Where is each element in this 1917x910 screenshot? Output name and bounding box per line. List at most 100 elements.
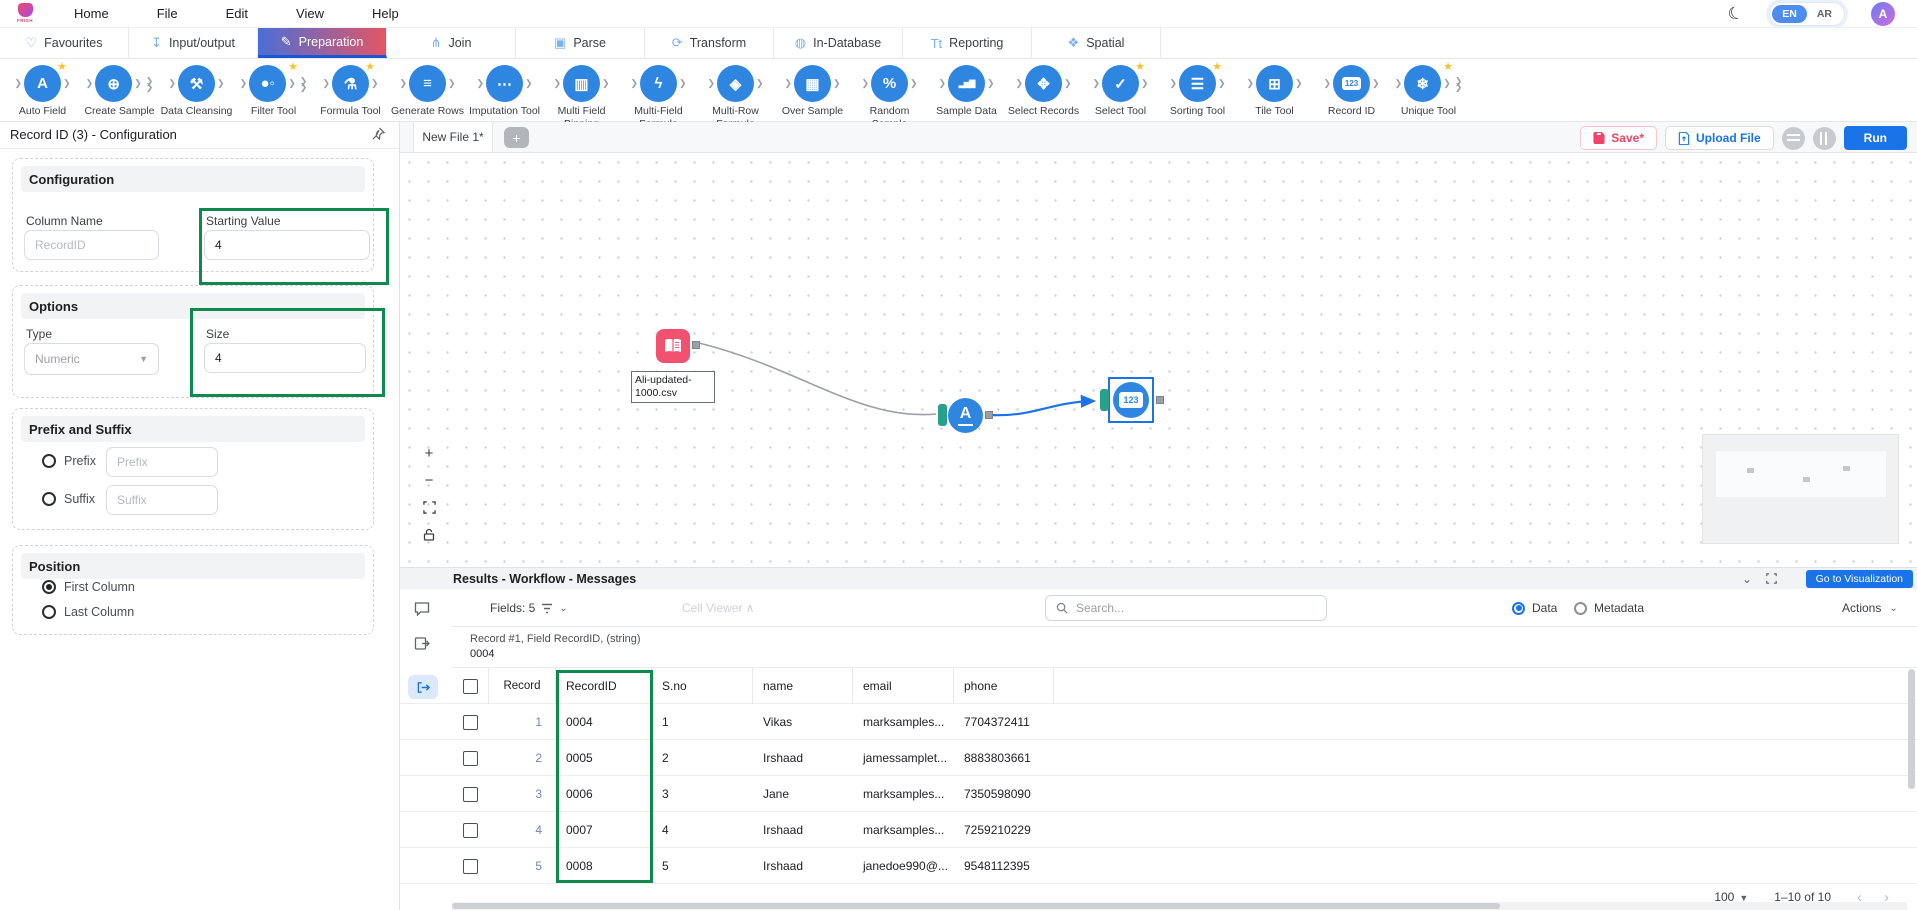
category-tab[interactable]: ♡ Favourites bbox=[0, 28, 129, 58]
size-input[interactable]: 4 bbox=[204, 343, 366, 373]
suffix-input[interactable]: Suffix bbox=[106, 485, 218, 515]
results-panel-header[interactable]: Results - Workflow - Messages ⌄ Go to Vi… bbox=[400, 567, 1917, 589]
recordid-output-port[interactable] bbox=[1156, 396, 1164, 404]
search-input[interactable]: Search... bbox=[1045, 595, 1327, 621]
row-checkbox[interactable] bbox=[463, 751, 478, 766]
tool-item[interactable]: ★ ❯ 123 ❯ ❯❯ Record ID bbox=[1313, 59, 1390, 121]
tool-item[interactable]: ★ ❯ ✓ ❯ ❯❯ Select Tool bbox=[1082, 59, 1159, 121]
workflow-canvas[interactable]: Ali-updated- 1000.csv A 123 + − bbox=[400, 153, 1917, 567]
tool-item[interactable]: ★ ❯ ▂▅▇ ❯ ❯❯ Sample Data bbox=[928, 59, 1005, 121]
tool-item[interactable]: ★ ❯ ⚒ ❯ ❯❯ Data Cleansing bbox=[158, 59, 235, 121]
tool-item[interactable]: ★ ❯ ⊞ ❯ ❯❯ Tile Tool bbox=[1236, 59, 1313, 121]
record-id-node[interactable]: 123 bbox=[1113, 382, 1149, 418]
first-column-radio[interactable] bbox=[42, 580, 56, 594]
select-all-checkbox[interactable] bbox=[463, 679, 478, 694]
menu-item[interactable]: View bbox=[296, 6, 324, 21]
category-tab[interactable]: Tt Reporting bbox=[903, 28, 1032, 58]
csv-output-port[interactable] bbox=[692, 341, 700, 349]
category-tab[interactable]: ▣ Parse bbox=[516, 28, 645, 58]
autofield-input-port[interactable] bbox=[938, 404, 947, 426]
prefix-radio[interactable] bbox=[42, 454, 56, 468]
column-header-name[interactable]: name bbox=[753, 668, 853, 704]
data-radio[interactable] bbox=[1512, 602, 1525, 615]
tool-item[interactable]: ★ ❯ ⚗ ❯ ❯❯ Formula Tool bbox=[312, 59, 389, 121]
horizontal-scrollbar[interactable] bbox=[452, 902, 1907, 910]
autofield-output-port[interactable] bbox=[985, 411, 993, 419]
language-toggle[interactable]: EN AR bbox=[1769, 2, 1845, 26]
zoom-out-button[interactable]: − bbox=[418, 470, 440, 490]
recordid-input-port[interactable] bbox=[1100, 389, 1109, 411]
cell-viewer-toggle[interactable]: Cell Viewer ∧ bbox=[682, 589, 755, 627]
upload-file-button[interactable]: Upload File bbox=[1665, 126, 1774, 150]
file-tab[interactable]: New File 1* bbox=[413, 122, 493, 153]
menu-item[interactable]: Home bbox=[74, 6, 109, 21]
app-logo[interactable]: FRISH bbox=[12, 3, 38, 25]
row-checkbox[interactable] bbox=[463, 787, 478, 802]
category-tab[interactable]: ✎ Preparation bbox=[258, 28, 387, 58]
menu-item[interactable]: Edit bbox=[226, 6, 248, 21]
align-horizontal-button[interactable] bbox=[1782, 127, 1805, 150]
category-tab[interactable]: ⋔ Join bbox=[387, 28, 516, 58]
export-icon[interactable] bbox=[414, 636, 430, 651]
tool-item[interactable]: ★ ❯ ≡ ❯ ❯❯ Generate Rows bbox=[389, 59, 466, 121]
table-row[interactable]: 3 0006 3 Jane marksamples... 7350598090 bbox=[400, 776, 1917, 812]
last-column-radio[interactable] bbox=[42, 605, 56, 619]
table-row[interactable]: 2 0005 2 Irshaad jamessamplet... 8883803… bbox=[400, 740, 1917, 776]
tool-item[interactable]: ★ ❯ ⊕ ❯ ❯❯ Create Sample bbox=[81, 59, 158, 121]
tool-item[interactable]: ★ ❯ ⋯ ❯ ❯❯ Imputation Tool bbox=[466, 59, 543, 121]
category-tab[interactable]: ❖ Spatial bbox=[1032, 28, 1161, 58]
tool-item[interactable]: ★ ❯ A ❯ ❯❯ Auto Field bbox=[4, 59, 81, 121]
csv-input-node[interactable] bbox=[656, 329, 690, 363]
avatar[interactable]: A bbox=[1871, 2, 1895, 26]
column-header-sno[interactable]: S.no bbox=[652, 668, 753, 704]
vertical-scrollbar[interactable] bbox=[1908, 669, 1915, 789]
table-row[interactable]: 5 0008 5 Irshaad janedoe990@... 95481123… bbox=[400, 848, 1917, 884]
tool-item[interactable]: ★ ❯ ▦ ❯ ❯❯ Over Sample bbox=[774, 59, 851, 121]
tool-item[interactable]: ★ ❯ ◈ ❯ ❯❯ Multi-Row Formula bbox=[697, 59, 774, 121]
save-button[interactable]: Save* bbox=[1580, 126, 1657, 150]
messages-icon[interactable] bbox=[414, 601, 430, 616]
go-to-visualization-button[interactable]: Go to Visualization bbox=[1806, 570, 1913, 588]
actions-menu[interactable]: Actions ⌄ bbox=[1842, 589, 1898, 627]
dark-mode-toggle-icon[interactable]: ☾ bbox=[1725, 2, 1746, 26]
auto-field-node[interactable]: A bbox=[948, 398, 983, 433]
category-tab[interactable]: ↧ Input/output bbox=[129, 28, 258, 58]
type-select[interactable]: Numeric ▼ bbox=[24, 343, 159, 375]
run-button[interactable]: Run bbox=[1844, 126, 1907, 150]
column-header-phone[interactable]: phone bbox=[954, 668, 1054, 704]
starting-value-input[interactable]: 4 bbox=[204, 230, 370, 260]
lang-en[interactable]: EN bbox=[1772, 5, 1807, 23]
prefix-input[interactable]: Prefix bbox=[106, 447, 218, 477]
lock-button[interactable] bbox=[418, 524, 440, 544]
category-tab[interactable]: ◍ In-Database bbox=[774, 28, 903, 58]
expand-icon[interactable] bbox=[1766, 573, 1777, 584]
tool-item[interactable]: ★ ❯ % ❯ ❯❯ Random Sample bbox=[851, 59, 928, 121]
column-header-recordid[interactable]: RecordID bbox=[556, 668, 652, 704]
metadata-radio[interactable] bbox=[1574, 602, 1587, 615]
tool-item[interactable]: ★ ❯ ▥ ❯ ❯❯ Multi Field Binning bbox=[543, 59, 620, 121]
table-row[interactable]: 1 0004 1 Vikas marksamples... 7704372411 bbox=[400, 704, 1917, 740]
category-tab[interactable]: ⟳ Transform bbox=[645, 28, 774, 58]
canvas-minimap[interactable] bbox=[1702, 434, 1899, 544]
column-header-record[interactable]: Record bbox=[489, 668, 556, 704]
column-name-input[interactable]: RecordID bbox=[24, 230, 159, 260]
pin-icon[interactable] bbox=[372, 127, 385, 140]
tool-item[interactable]: ★ ❯ ●◦ ❯ ❯❯ Filter Tool bbox=[235, 59, 312, 121]
zoom-in-button[interactable]: + bbox=[418, 443, 440, 463]
chevron-down-icon[interactable]: ⌄ bbox=[559, 603, 567, 614]
row-checkbox[interactable] bbox=[463, 715, 478, 730]
collapse-chevron-icon[interactable]: ⌄ bbox=[1742, 572, 1752, 586]
row-checkbox[interactable] bbox=[463, 823, 478, 838]
tool-item[interactable]: ★ ❯ ❄ ❯ ❯❯ Unique Tool bbox=[1390, 59, 1467, 121]
align-vertical-button[interactable] bbox=[1813, 127, 1836, 150]
table-row[interactable]: 4 0007 4 Irshaad marksamples... 72592102… bbox=[400, 812, 1917, 848]
tool-item[interactable]: ★ ❯ ✥ ❯ ❯❯ Select Records bbox=[1005, 59, 1082, 121]
row-checkbox[interactable] bbox=[463, 859, 478, 874]
add-file-tab-button[interactable]: + bbox=[504, 127, 529, 148]
tool-item[interactable]: ★ ❯ ϟ ❯ ❯❯ Multi-Field Formula bbox=[620, 59, 697, 121]
lang-ar[interactable]: AR bbox=[1807, 5, 1842, 23]
filter-icon[interactable] bbox=[541, 603, 553, 614]
fit-screen-button[interactable] bbox=[418, 497, 440, 517]
menu-item[interactable]: File bbox=[157, 6, 178, 21]
column-header-email[interactable]: email bbox=[853, 668, 954, 704]
